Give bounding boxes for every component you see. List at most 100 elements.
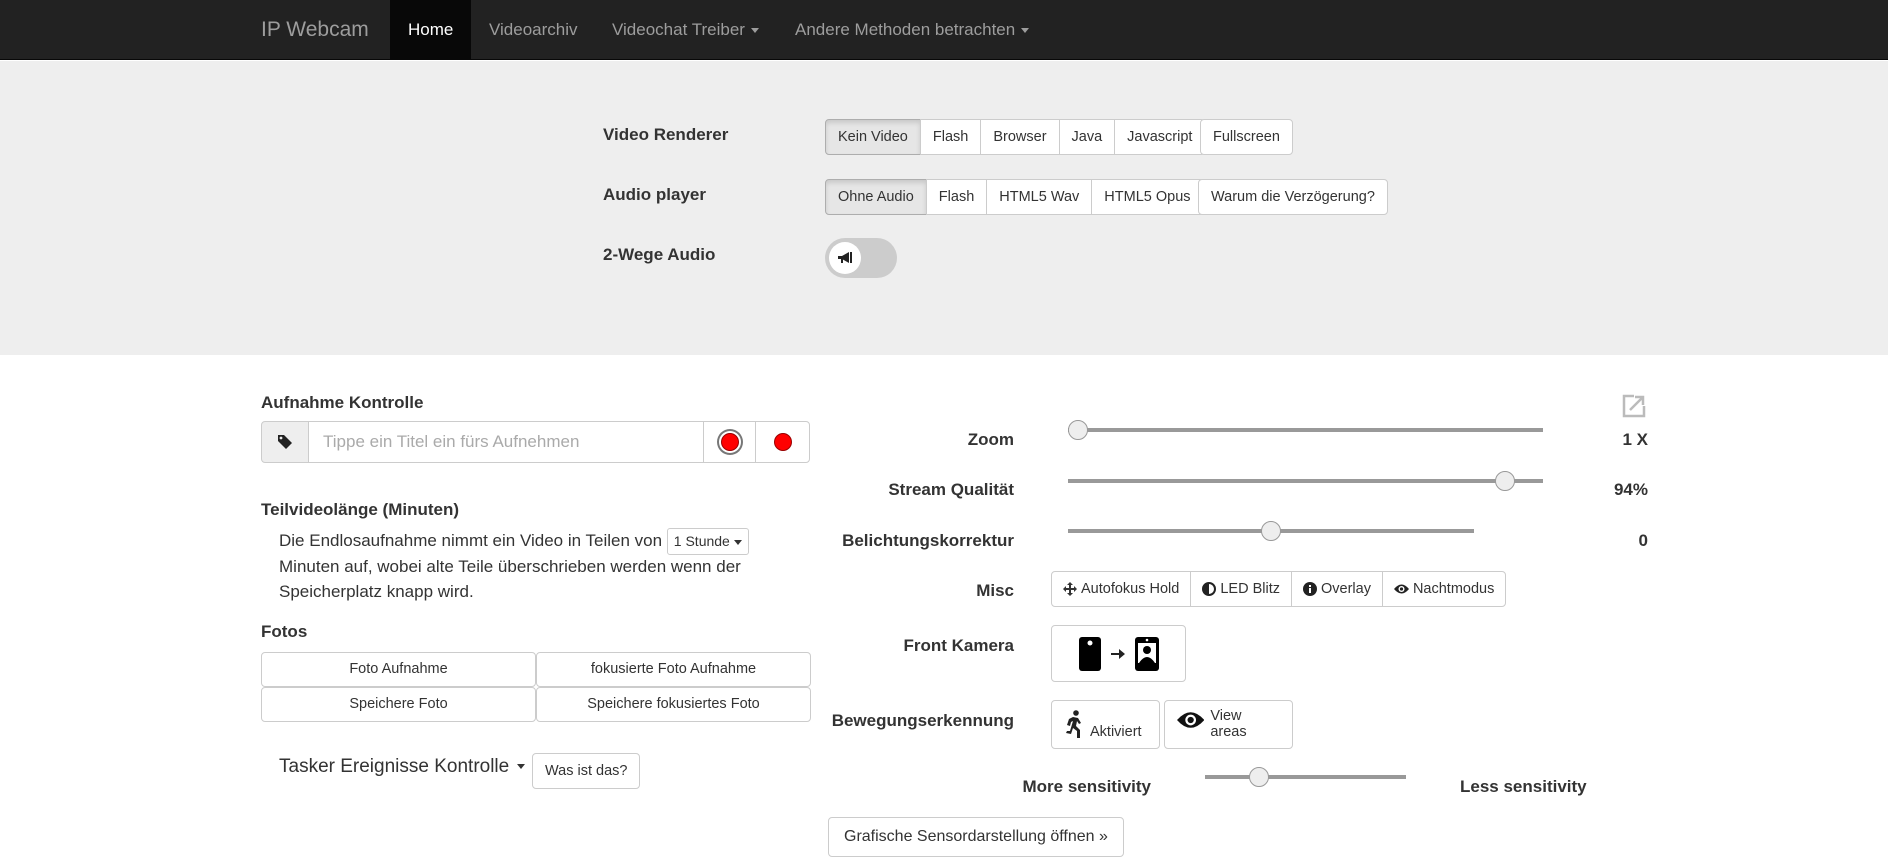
- video-renderer-label: Video Renderer: [603, 125, 729, 144]
- tag-icon: [278, 435, 292, 449]
- segment-text-after: Minuten auf, wobei alte Teile überschrie…: [279, 557, 741, 601]
- slider-thumb[interactable]: [1495, 471, 1515, 491]
- tasker-dropdown[interactable]: Tasker Ereignisse Kontrolle: [279, 756, 526, 778]
- adjust-icon: [1202, 582, 1217, 596]
- take-focused-photo-button[interactable]: fokusierte Foto Aufnahme: [536, 652, 811, 687]
- exposure-label: Belichtungskorrektur: [842, 531, 1014, 550]
- tasker-label: Tasker Ereignisse Kontrolle: [279, 756, 510, 777]
- save-focused-photo-button[interactable]: Speichere fokusiertes Foto: [536, 687, 811, 722]
- nav-videoarchiv-label: Videoarchiv: [489, 20, 578, 39]
- sensitivity-slider[interactable]: [1205, 767, 1406, 787]
- nav-andere-label: Andere Methoden betrachten: [795, 20, 1016, 39]
- zoom-label: Zoom: [967, 430, 1014, 449]
- nav-home-label: Home: [408, 20, 454, 39]
- switch-camera-button[interactable]: [1051, 625, 1186, 682]
- zoom-slider[interactable]: [1068, 420, 1543, 440]
- led-flash-button[interactable]: LED Blitz: [1190, 571, 1292, 607]
- record-dot-icon: [773, 433, 792, 451]
- segment-text-before: Die Endlosaufnahme nimmt ein Video in Te…: [279, 530, 663, 550]
- save-photo-button[interactable]: Speichere Foto: [261, 687, 536, 722]
- tag-addon: [261, 421, 309, 463]
- audio-html5-opus[interactable]: HTML5 Opus: [1091, 179, 1204, 215]
- video-renderer-browser[interactable]: Browser: [980, 119, 1060, 155]
- fullscreen-button[interactable]: Fullscreen: [1200, 119, 1293, 155]
- photos-title: Fotos: [261, 622, 308, 641]
- night-mode-label: Nachtmodus: [1412, 581, 1495, 597]
- segment-duration-select[interactable]: 1 Stunde: [666, 528, 749, 555]
- misc-group: Autofokus Hold LED Blitz Overlay Nachtmo…: [1051, 571, 1507, 607]
- stream-quality-value: 94%: [1613, 480, 1648, 499]
- video-renderer-kein-video[interactable]: Kein Video: [825, 119, 921, 155]
- segment-duration-value: 1 Stunde: [673, 533, 730, 549]
- nav-andere-methoden[interactable]: Andere Methoden betrachten: [777, 0, 1047, 60]
- audio-player-label: Audio player: [603, 185, 706, 204]
- caret-down-icon: [733, 539, 742, 545]
- slider-track: [1068, 428, 1543, 432]
- brand-logo[interactable]: IP Webcam: [261, 0, 369, 60]
- autofocus-hold-button[interactable]: Autofokus Hold: [1051, 571, 1192, 607]
- front-camera-icon: [1134, 636, 1159, 671]
- stream-quality-slider[interactable]: [1068, 471, 1543, 491]
- eye-icon: [1177, 712, 1205, 728]
- tasker-help-button[interactable]: Was ist das?: [532, 753, 641, 789]
- two-way-audio-label: 2-Wege Audio: [603, 245, 716, 264]
- running-person-icon: [1066, 710, 1081, 738]
- segment-description: Die Endlosaufnahme nimmt ein Video in Te…: [279, 528, 809, 604]
- video-renderer-java[interactable]: Java: [1058, 119, 1116, 155]
- toggle-knob: [829, 242, 861, 274]
- record-button[interactable]: [755, 421, 810, 463]
- exposure-value: 0: [1638, 531, 1648, 550]
- audio-flash[interactable]: Flash: [925, 179, 988, 215]
- take-photo-button[interactable]: Foto Aufnahme: [261, 652, 536, 687]
- overlay-button[interactable]: Overlay: [1290, 571, 1383, 607]
- slider-track: [1205, 775, 1406, 779]
- exposure-slider[interactable]: [1068, 521, 1474, 541]
- nav-videoarchiv[interactable]: Videoarchiv: [471, 0, 596, 60]
- record-timed-button[interactable]: [703, 421, 756, 463]
- video-renderer-group: Kein Video Flash Browser Java Javascript: [825, 119, 1206, 155]
- bullhorn-icon: [838, 252, 852, 263]
- open-sensor-graph-button[interactable]: Grafische Sensordarstellung öffnen »: [828, 817, 1124, 857]
- video-renderer-flash[interactable]: Flash: [919, 119, 982, 155]
- nav-home[interactable]: Home: [390, 0, 472, 60]
- eye-icon: [1393, 584, 1409, 594]
- slider-track: [1068, 479, 1543, 483]
- led-flash-label: LED Blitz: [1220, 581, 1280, 597]
- move-icon: [1063, 582, 1077, 596]
- motion-activate-button[interactable]: Aktiviert: [1051, 700, 1160, 749]
- nav-videochat-treiber[interactable]: Videochat Treiber: [594, 0, 777, 60]
- photos-grid: Foto Aufnahme fokusierte Foto Aufnahme S…: [261, 652, 811, 722]
- motion-detection-label: Bewegungserkennung: [831, 711, 1014, 730]
- view-areas-button[interactable]: View areas: [1164, 700, 1293, 749]
- caret-down-icon: [1021, 28, 1030, 34]
- caret-down-icon: [517, 764, 526, 770]
- segment-title: Teilvideolänge (Minuten): [261, 500, 460, 519]
- view-areas-label: View areas: [1210, 708, 1247, 740]
- record-ring-icon: [720, 433, 739, 451]
- stream-quality-label: Stream Qualität: [888, 480, 1014, 499]
- zoom-value: 1 X: [1622, 430, 1648, 449]
- slider-thumb[interactable]: [1068, 420, 1088, 440]
- autofocus-hold-label: Autofokus Hold: [1081, 581, 1180, 597]
- recording-title: Aufnahme Kontrolle: [261, 393, 424, 412]
- nav-videochat-label: Videochat Treiber: [612, 20, 745, 39]
- audio-player-group: Ohne Audio Flash HTML5 Wav HTML5 Opus: [825, 179, 1204, 215]
- audio-html5-wav[interactable]: HTML5 Wav: [986, 179, 1093, 215]
- slider-thumb[interactable]: [1249, 767, 1270, 787]
- arrow-right-icon: [1110, 648, 1125, 659]
- rear-camera-icon: [1078, 636, 1101, 671]
- navbar: IP Webcam Home Videoarchiv Videochat Tre…: [0, 0, 1888, 60]
- audio-ohne-audio[interactable]: Ohne Audio: [825, 179, 927, 215]
- info-icon: [1302, 582, 1317, 596]
- slider-thumb[interactable]: [1261, 521, 1281, 541]
- recording-input-group: [261, 421, 810, 463]
- less-sensitivity-label: Less sensitivity: [1460, 777, 1587, 796]
- caret-down-icon: [750, 28, 759, 34]
- night-mode-button[interactable]: Nachtmodus: [1381, 571, 1507, 607]
- two-way-audio-toggle[interactable]: [825, 238, 897, 278]
- misc-label: Misc: [976, 581, 1014, 600]
- recording-title-input[interactable]: [309, 421, 704, 463]
- audio-delay-help-button[interactable]: Warum die Verzögerung?: [1198, 179, 1388, 215]
- external-link-icon[interactable]: [1622, 394, 1646, 418]
- video-renderer-javascript[interactable]: Javascript: [1114, 119, 1206, 155]
